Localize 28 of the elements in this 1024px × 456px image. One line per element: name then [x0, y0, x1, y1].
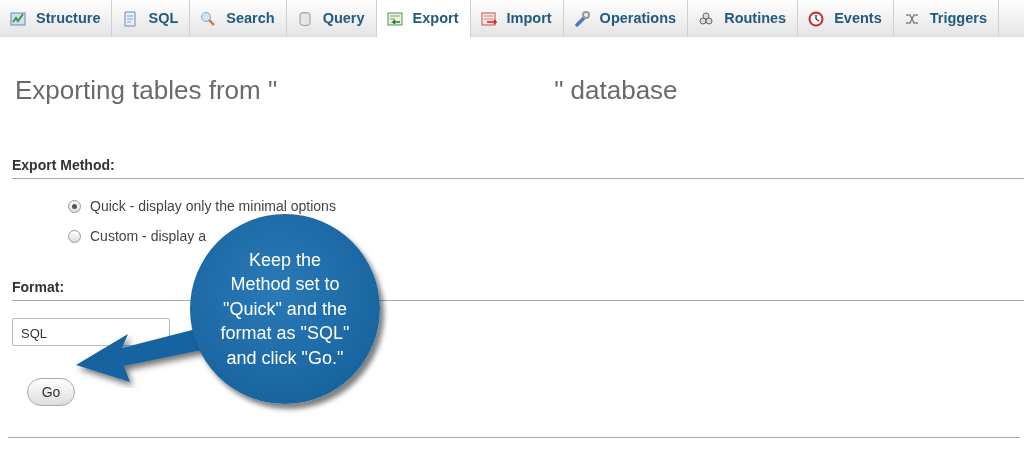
tab[interactable]: Import: [470, 0, 564, 37]
clock-icon: [808, 10, 825, 27]
tab[interactable]: Operations: [563, 0, 689, 37]
page-heading: Exporting tables from ": [15, 74, 278, 107]
tab[interactable]: Search: [190, 0, 287, 37]
database-icon: [296, 10, 313, 27]
search-icon: [200, 10, 217, 27]
callout-text: Keep the Method set to "Quick" and the format as "SQL" and click "Go.": [220, 248, 350, 370]
tab[interactable]: SQL: [112, 0, 191, 37]
tab[interactable]: Export: [376, 0, 471, 38]
tab[interactable]: Triggers: [893, 0, 999, 37]
section-label: Export Method:: [12, 155, 1024, 179]
document-icon: [122, 10, 139, 27]
tab[interactable]: Events: [798, 0, 894, 37]
go-button[interactable]: Go: [27, 378, 75, 406]
radio-button[interactable]: [68, 230, 81, 243]
page-heading: " database: [554, 74, 678, 107]
wrench-icon: [573, 10, 590, 27]
radio-label[interactable]: Quick - display only the minimal options: [90, 196, 336, 217]
radio-button[interactable]: [68, 200, 81, 213]
tab[interactable]: Structure: [0, 0, 113, 37]
chart-icon: [10, 10, 26, 27]
radio-label[interactable]: Custom - display a: [90, 226, 206, 247]
table-icon: [480, 10, 497, 27]
gears-icon: [698, 10, 715, 27]
table-icon: [386, 11, 403, 27]
tab[interactable]: Routines: [688, 0, 799, 37]
tab[interactable]: Query: [286, 0, 377, 37]
